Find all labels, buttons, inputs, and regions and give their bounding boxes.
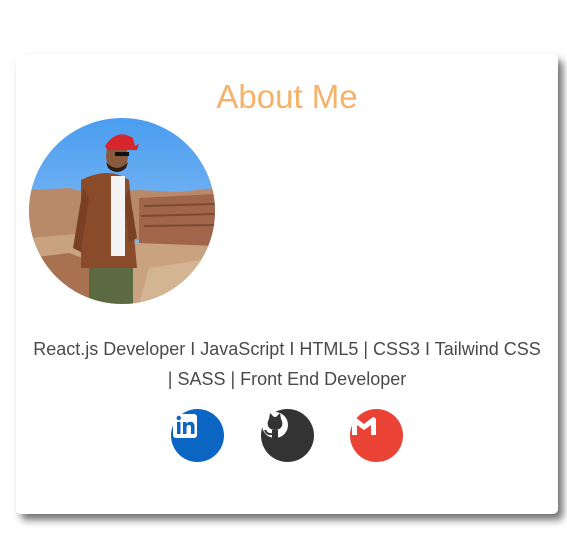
github-icon: [262, 412, 288, 438]
gmail-button[interactable]: [350, 409, 403, 462]
avatar: [29, 118, 215, 304]
linkedin-icon: [173, 414, 197, 438]
gmail-icon: [352, 417, 376, 435]
profile-photo: [29, 118, 215, 304]
social-links: [16, 409, 558, 463]
bio-text: React.js Developer I JavaScript I HTML5 …: [33, 339, 541, 389]
github-button[interactable]: [261, 409, 314, 462]
page-title: About Me: [216, 78, 358, 115]
about-card: About Me React.js Developer I JavaScript…: [16, 54, 558, 514]
linkedin-button[interactable]: [171, 409, 224, 462]
